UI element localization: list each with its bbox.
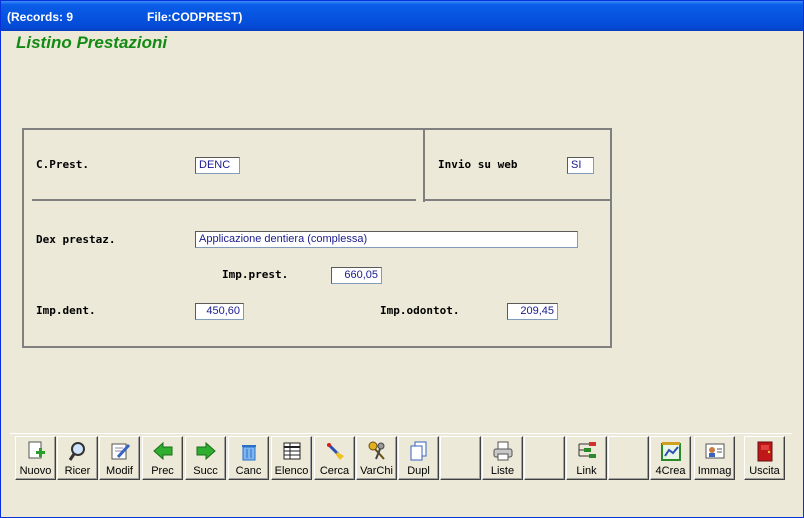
varchi-button[interactable]: VarChi — [356, 436, 397, 480]
file-name: File:CODPREST) — [147, 10, 243, 24]
toolbar-empty-slot-3[interactable] — [608, 436, 649, 480]
edit-document-icon — [111, 443, 131, 460]
succ-label: Succ — [193, 465, 218, 477]
panel-divider-left — [32, 199, 416, 201]
search-brush-icon — [326, 442, 344, 460]
varchi-label: VarChi — [360, 465, 393, 477]
dex-prestaz-label: Dex prestaz. — [36, 233, 116, 246]
canc-label: Canc — [235, 465, 262, 477]
new-document-icon — [28, 441, 45, 459]
imp-prest-label: Imp.prest. — [222, 268, 289, 281]
image-card-icon — [705, 443, 725, 459]
title-bar[interactable]: (Records: 9 File:CODPREST) — [1, 1, 803, 31]
immag-button[interactable]: Immag — [694, 436, 735, 480]
crea4-label: 4Crea — [655, 465, 686, 477]
prec-label: Prec — [151, 465, 174, 477]
records-count: (Records: 9 — [7, 10, 74, 24]
table-list-icon — [283, 442, 301, 460]
uscita-button[interactable]: Uscita — [744, 436, 785, 480]
uscita-label: Uscita — [749, 465, 780, 477]
duplicate-icon — [410, 441, 427, 461]
imp-dent-field[interactable]: 450,60 — [195, 303, 244, 320]
arrow-left-icon — [153, 441, 173, 461]
toolbar-empty-slot-2[interactable] — [524, 436, 565, 480]
application-window: (Records: 9 File:CODPREST) Listino Prest… — [0, 0, 804, 518]
dupl-label: Dupl — [407, 465, 430, 477]
panel-divider-right — [425, 199, 612, 201]
succ-button[interactable]: Succ — [185, 436, 226, 480]
prec-button[interactable]: Prec — [142, 436, 183, 480]
imp-dent-label: Imp.dent. — [36, 304, 96, 317]
link-label: Link — [576, 465, 597, 477]
cerca-label: Cerca — [319, 465, 350, 477]
liste-label: Liste — [490, 465, 515, 477]
keys-icon — [368, 441, 385, 460]
dex-prestaz-field[interactable]: Applicazione dentiera (complessa) — [195, 231, 578, 248]
crea4-button[interactable]: 4Crea — [650, 436, 691, 480]
exit-door-icon — [757, 441, 773, 462]
cerca-button[interactable]: Cerca — [314, 436, 355, 480]
ricer-button[interactable]: Ricer — [57, 436, 98, 480]
trash-icon — [242, 445, 256, 461]
liste-button[interactable]: Liste — [482, 436, 523, 480]
invio-web-label: Invio su web — [438, 158, 518, 171]
invio-web-field[interactable]: SI — [567, 157, 594, 174]
magnifier-icon — [68, 442, 85, 461]
chart-create-icon — [661, 442, 681, 461]
cprest-field[interactable]: DENC — [195, 157, 240, 174]
link-button[interactable]: Link — [566, 436, 607, 480]
nuovo-button[interactable]: Nuovo — [15, 436, 56, 480]
elenco-label: Elenco — [274, 465, 309, 477]
ricer-label: Ricer — [64, 465, 91, 477]
imp-odontot-field[interactable]: 209,45 — [507, 303, 558, 320]
immag-label: Immag — [697, 465, 732, 477]
imp-odontot-label: Imp.odontot. — [380, 304, 460, 317]
bottom-toolbar: Nuovo Ricer Modif Prec Succ Canc Elenco … — [10, 433, 792, 481]
nuovo-label: Nuovo — [19, 465, 52, 477]
cprest-label: C.Prest. — [36, 158, 89, 171]
modif-label: Modif — [106, 465, 133, 477]
toolbar-empty-slot-1[interactable] — [440, 436, 481, 480]
canc-button[interactable]: Canc — [228, 436, 269, 480]
page-title: Listino Prestazioni — [16, 33, 168, 52]
tree-link-icon — [578, 442, 596, 458]
imp-prest-field[interactable]: 660,05 — [331, 267, 382, 284]
panel-divider-vertical — [423, 128, 425, 202]
dupl-button[interactable]: Dupl — [398, 436, 439, 480]
arrow-right-icon — [196, 441, 216, 461]
elenco-button[interactable]: Elenco — [271, 436, 312, 480]
printer-icon — [493, 441, 513, 461]
modif-button[interactable]: Modif — [99, 436, 140, 480]
